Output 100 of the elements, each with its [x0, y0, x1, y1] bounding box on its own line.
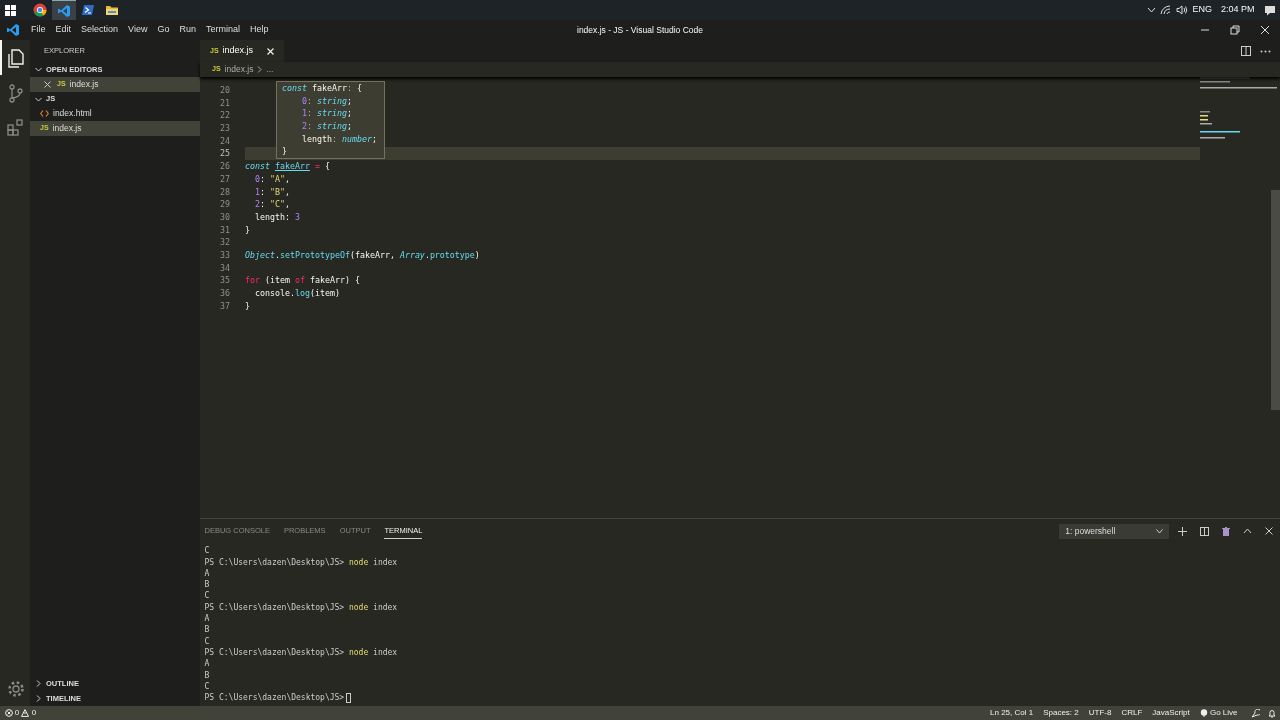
line-number: 28 — [219, 185, 230, 199]
menu-item[interactable]: Help — [244, 23, 274, 37]
menu-item[interactable]: Selection — [76, 23, 124, 37]
line-number: 23 — [219, 122, 230, 135]
warning-icon — [21, 709, 30, 717]
line-number: 35 — [219, 274, 230, 287]
line-number: 33 — [219, 248, 230, 262]
terminal-prompt: PS C:\Users\dazen\Desktop\JS> — [204, 692, 345, 704]
terminal-output: A — [204, 567, 211, 580]
line-number: 32 — [219, 236, 230, 249]
scrollbar[interactable] — [1271, 190, 1280, 410]
code-line: for (item of fakeArr) { — [245, 274, 361, 287]
menu-item[interactable]: Edit — [50, 23, 77, 37]
chevron-up-icon[interactable] — [1243, 528, 1253, 534]
status-item[interactable]: UTF-8 — [1083, 707, 1117, 719]
wifi-icon[interactable] — [1160, 5, 1172, 15]
more-icon[interactable] — [1260, 49, 1271, 53]
menu-item[interactable]: Terminal — [200, 23, 245, 37]
code-line: } — [245, 223, 251, 237]
clock[interactable]: 2:04 PM — [1216, 3, 1259, 17]
go-live-button[interactable]: Go Live — [1194, 707, 1243, 719]
terminal-output: B — [204, 624, 211, 636]
status-item[interactable]: CRLF — [1116, 707, 1148, 719]
code-line: console.log(item) — [254, 287, 341, 300]
line-number: 21 — [219, 96, 230, 110]
terminal-command: node index — [349, 601, 398, 614]
bell-icon[interactable] — [1267, 708, 1276, 718]
terminal-output: C — [204, 545, 211, 557]
status-item[interactable]: Spaces: 2 — [1038, 707, 1084, 719]
menu-item[interactable]: View — [123, 23, 153, 37]
tooltip-line: const fakeArr: { — [282, 82, 363, 95]
menu-item[interactable]: Go — [152, 23, 175, 37]
terminal-output: B — [204, 579, 211, 591]
trash-icon[interactable] — [1222, 526, 1231, 536]
settings-icon[interactable] — [6, 678, 26, 699]
line-number: 30 — [219, 210, 230, 224]
terminal-output: A — [204, 658, 211, 670]
line-number: 27 — [219, 172, 230, 186]
volume-icon[interactable] — [1175, 5, 1188, 15]
line-number: 31 — [219, 223, 230, 237]
windows-start-icon[interactable] — [5, 4, 16, 16]
chevron-icon[interactable] — [1146, 7, 1156, 13]
code-editor-icon[interactable] — [57, 3, 71, 18]
folder-icon[interactable] — [105, 3, 119, 17]
window-title: index.js - JS - Visual Studio Code — [577, 23, 703, 37]
plus-icon[interactable] — [1178, 526, 1188, 536]
line-number: 22 — [219, 109, 230, 123]
close-icon[interactable] — [1265, 527, 1274, 535]
tooltip-line: length: number; — [301, 132, 378, 146]
chevron-right-icon[interactable] — [34, 679, 43, 688]
breadcrumb-item[interactable]: ... — [266, 63, 274, 76]
terminal-command: node index — [349, 646, 398, 659]
feedback-icon[interactable] — [1250, 708, 1260, 718]
language-indicator[interactable]: ENG — [1192, 3, 1212, 17]
line-number: 34 — [219, 261, 230, 275]
menu-item[interactable]: Run — [174, 23, 201, 37]
notification-icon[interactable] — [1263, 4, 1276, 16]
code-line: length: 3 — [254, 210, 301, 224]
terminal-output: C — [204, 680, 211, 693]
line-number: 37 — [219, 299, 230, 313]
status-item[interactable]: JavaScript — [1147, 707, 1195, 719]
chevron-down-icon[interactable] — [34, 65, 43, 74]
status-item[interactable]: Ln 25, Col 1 — [985, 707, 1039, 719]
line-number: 29 — [219, 198, 230, 211]
menu-item[interactable]: File — [26, 23, 51, 37]
close-icon[interactable] — [44, 80, 51, 88]
code-line: Object.setPrototypeOf(fakeArr, Array.prototype) — [245, 248, 481, 262]
terminal-prompt: PS C:\Users\dazen\Desktop\JS> — [204, 646, 345, 659]
line-number: 25 — [219, 147, 230, 161]
restore-icon[interactable] — [1230, 25, 1240, 35]
chevron-right-icon — [256, 66, 264, 73]
browser-icon[interactable] — [33, 3, 47, 17]
code-line: 1: "B", — [254, 185, 291, 199]
html-file-icon — [40, 110, 49, 118]
chevron-right-icon[interactable] — [34, 694, 43, 703]
terminal-icon[interactable] — [81, 3, 95, 17]
problems-indicator[interactable]: 0 0 — [4, 707, 37, 719]
files-icon[interactable] — [6, 47, 26, 68]
close-icon[interactable] — [1260, 25, 1270, 35]
app-logo — [6, 23, 20, 37]
code-line: 2: "C", — [254, 198, 291, 211]
terminal-select[interactable]: 1: powershell — [1059, 523, 1170, 539]
terminal-prompt: PS C:\Users\dazen\Desktop\JS> — [204, 601, 345, 614]
tooltip-line: 0: string; — [301, 94, 353, 108]
source-control-icon[interactable] — [6, 82, 26, 103]
split-icon[interactable] — [1200, 526, 1210, 536]
minimap-drawing[interactable] — [1197, 77, 1277, 141]
line-number: 24 — [219, 134, 230, 148]
code-line: } — [245, 299, 251, 313]
extensions-icon[interactable] — [6, 117, 26, 138]
line-number: 26 — [219, 160, 230, 173]
terminal-output: A — [204, 613, 211, 625]
breadcrumb-item[interactable]: index.js — [224, 63, 254, 76]
explorer-entry[interactable]: index.html — [30, 106, 200, 121]
error-icon — [4, 709, 13, 717]
broadcast-icon — [1199, 709, 1208, 717]
line-number: 36 — [219, 287, 230, 300]
terminal-output: C — [204, 635, 211, 647]
tooltip-line: 2: string; — [301, 120, 353, 133]
split-editor-icon[interactable] — [1241, 46, 1251, 56]
